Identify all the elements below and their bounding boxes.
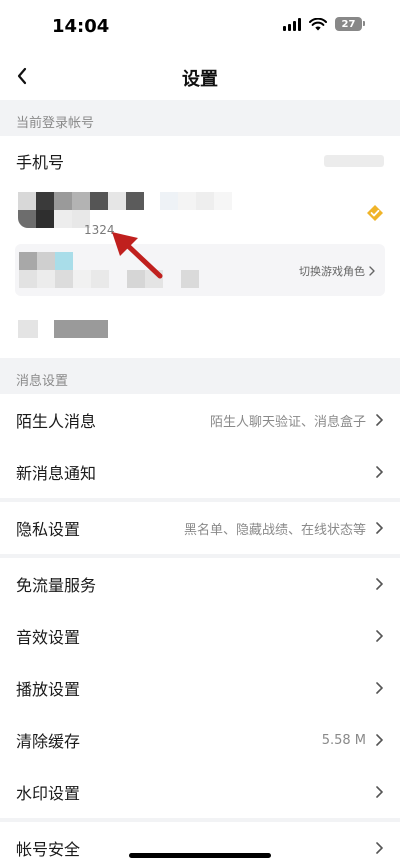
battery-icon: 27	[335, 17, 365, 31]
uid-redacted	[18, 210, 90, 228]
playback-settings-label: 播放设置	[16, 680, 81, 699]
chevron-right-icon	[374, 629, 384, 643]
chevron-right-icon	[374, 733, 384, 747]
chevron-right-icon	[374, 413, 384, 427]
switch-role-button[interactable]: 切换游戏角色	[299, 263, 375, 279]
phone-label: 手机号	[16, 153, 65, 172]
chevron-right-icon	[374, 577, 384, 591]
game-role-row[interactable]: 切换游戏角色	[15, 244, 385, 296]
privacy-settings-row[interactable]: 隐私设置 黑名单、隐藏战绩、在线状态等	[0, 502, 400, 554]
chevron-right-icon	[374, 841, 384, 855]
switch-role-label: 切换游戏角色	[299, 265, 365, 278]
chevron-right-icon	[374, 681, 384, 695]
cache-size-value: 5.58 M	[321, 732, 366, 748]
sound-settings-row[interactable]: 音效设置	[0, 610, 400, 662]
section-label-message: 消息设置	[16, 374, 69, 389]
game-role-redacted-top	[19, 252, 73, 270]
nickname-redacted	[160, 192, 232, 210]
chevron-right-icon	[374, 465, 384, 479]
role-row[interactable]	[0, 296, 400, 358]
role-redacted-a	[18, 320, 38, 338]
privacy-settings-label: 隐私设置	[16, 520, 81, 539]
stranger-message-label: 陌生人消息	[16, 412, 97, 431]
clear-cache-label: 清除缓存	[16, 732, 81, 751]
signal-icon	[283, 17, 301, 31]
account-card: 手机号 1324 切换游戏角色	[0, 136, 400, 358]
chevron-right-icon	[369, 266, 375, 276]
clear-cache-row[interactable]: 清除缓存 5.58 M	[0, 714, 400, 766]
wifi-icon	[309, 17, 327, 30]
status-bar: 14:04 27	[0, 0, 400, 52]
new-message-notify-row[interactable]: 新消息通知	[0, 446, 400, 498]
annotation-arrow-icon	[112, 232, 163, 279]
stranger-message-row[interactable]: 陌生人消息 陌生人聊天验证、消息盒子	[0, 394, 400, 446]
account-security-label: 帐号安全	[16, 840, 81, 859]
playback-settings-row[interactable]: 播放设置	[0, 662, 400, 714]
phone-number-redacted	[324, 155, 384, 167]
section-label-account: 当前登录帐号	[16, 116, 95, 131]
account-row[interactable]: 1324	[0, 186, 400, 244]
new-message-notify-label: 新消息通知	[16, 464, 97, 483]
avatar-redacted	[18, 192, 144, 210]
watermark-settings-row[interactable]: 水印设置	[0, 766, 400, 818]
verified-badge-icon	[367, 205, 383, 221]
chevron-right-icon	[374, 521, 384, 535]
free-traffic-row[interactable]: 免流量服务	[0, 558, 400, 610]
status-time: 14:04	[52, 16, 110, 37]
nav-bar: 设置	[0, 52, 400, 100]
home-indicator	[129, 853, 271, 858]
privacy-settings-value: 黑名单、隐藏战绩、在线状态等	[183, 522, 366, 538]
free-traffic-label: 免流量服务	[16, 576, 97, 595]
phone-row[interactable]: 手机号	[0, 136, 400, 186]
status-icons: 27	[283, 17, 365, 31]
role-redacted-b	[54, 320, 108, 338]
sound-settings-label: 音效设置	[16, 628, 81, 647]
chevron-right-icon	[374, 785, 384, 799]
page-title: 设置	[182, 69, 218, 90]
watermark-settings-label: 水印设置	[16, 784, 81, 803]
account-security-row[interactable]: 帐号安全	[0, 822, 400, 866]
stranger-message-value: 陌生人聊天验证、消息盒子	[209, 414, 366, 430]
